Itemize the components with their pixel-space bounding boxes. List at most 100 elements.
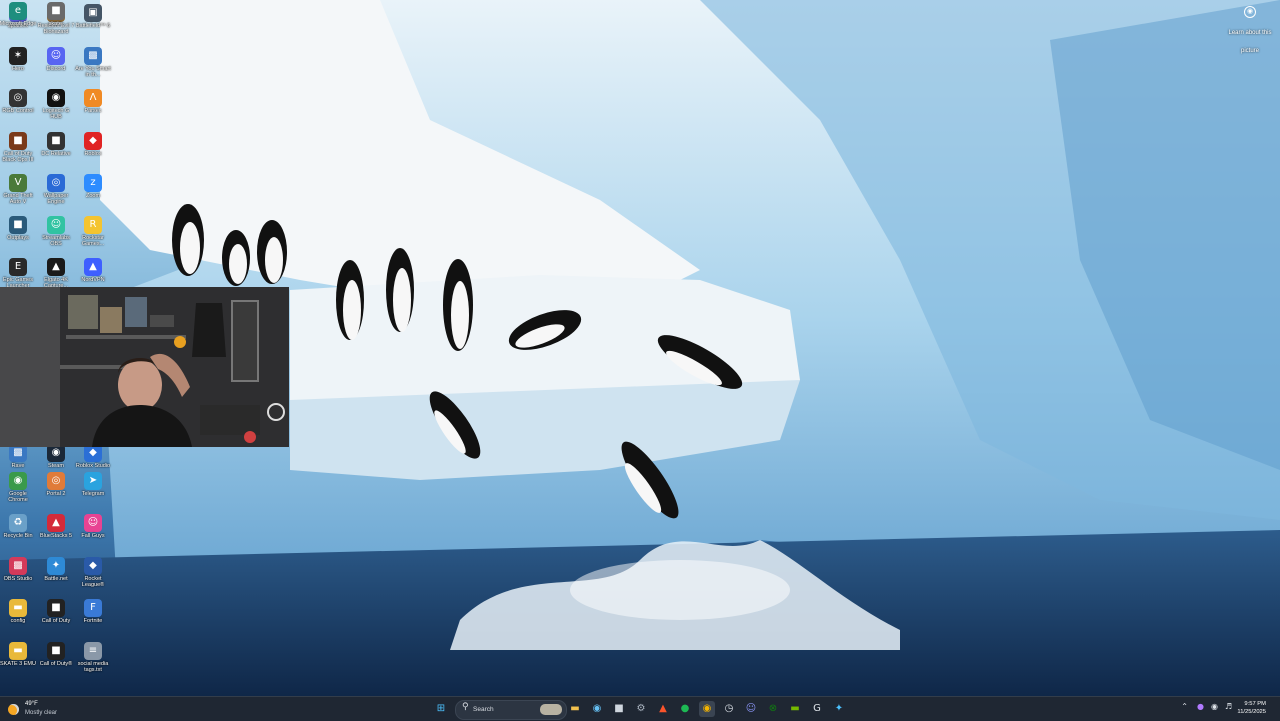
desktop-shortcut[interactable]: ◎ Wallpaper Engine — [37, 172, 75, 206]
desktop-shortcut[interactable]: ♻ Recycle Bin — [0, 512, 37, 539]
desktop-shortcut[interactable]: ▲ BlueStacks 5 — [37, 512, 75, 539]
spotify-icon[interactable]: ● — [677, 701, 693, 717]
desktop-shortcut[interactable]: ■ Call of Duty Black Ops III — [0, 130, 37, 164]
desktop-shortcut-label: Logitech G HUB — [42, 108, 70, 121]
desktop-shortcut[interactable]: ■ skate. — [37, 0, 75, 27]
chrome-taskbar-icon[interactable]: ◉ — [699, 701, 715, 717]
desktop-shortcut-label: Steam — [48, 463, 64, 469]
desktop-shortcut-label: Roblox — [84, 151, 102, 157]
desktop-shortcut[interactable]: ▬ SKATE 3 EMU — [0, 640, 37, 667]
desktop-shortcut-label: Outplays — [7, 235, 29, 241]
desktop-shortcut[interactable]: ◎ RGB Control — [0, 87, 37, 114]
desktop-shortcut-label: Rocket League® — [81, 576, 105, 589]
desktop-shortcut-label: Battle.net — [44, 576, 68, 582]
camera-icon: ◉ — [1244, 6, 1256, 18]
fortnite-icon: F — [84, 599, 102, 617]
nordvpn-icon: ▲ — [84, 258, 102, 276]
desktop-shortcut[interactable]: ■ Call of Duty — [37, 597, 75, 624]
learn-about-picture-label: Learn about this picture — [1228, 30, 1272, 54]
desktop-shortcut[interactable]: ✶ Hero — [0, 45, 37, 72]
desktop-shortcut-label: Wallpaper Engine — [43, 193, 69, 206]
start-button[interactable]: ⊞ — [433, 701, 449, 717]
desktop-shortcut-label: RGB Control — [2, 108, 34, 114]
wifi-icon[interactable]: ◉ — [1211, 702, 1218, 711]
show-hidden-icons-chevron-icon[interactable]: ⌃ — [1181, 702, 1188, 711]
nvidia-icon[interactable]: ▬ — [787, 701, 803, 717]
desktop-shortcut-label: Telegram — [81, 491, 105, 497]
game-icon-4: ▩ — [84, 47, 102, 65]
desktop-shortcut-label: Google Chrome — [8, 491, 28, 504]
search-placeholder: Search — [473, 706, 494, 713]
desktop-shortcut[interactable]: ■ Call of Duty® — [37, 640, 75, 667]
file-explorer-icon[interactable]: ▬ — [567, 701, 583, 717]
skate-icon: ■ — [47, 2, 65, 20]
game-icon-3: ✶ — [9, 47, 27, 65]
desktop-shortcut[interactable]: ▣ Battlefield™ 6 — [74, 2, 112, 29]
wallpaper-engine-icon: ◎ — [47, 174, 65, 192]
desktop-shortcut[interactable]: ◉ Google Chrome — [0, 470, 37, 504]
microphone-icon[interactable]: ● — [1197, 702, 1204, 711]
desktop-shortcut[interactable]: R Rockstar Games... — [74, 214, 112, 248]
desktop-shortcut-label: Roblox Studio — [75, 463, 111, 469]
desktop-shortcut[interactable]: e Microsoft Edge — [0, 0, 37, 27]
desktop-shortcut[interactable]: ➤ Telegram — [74, 470, 112, 497]
portal-icon: ◎ — [47, 472, 65, 490]
desktop-shortcut[interactable]: ◆ Roblox — [74, 130, 112, 157]
logitech-icon: ◉ — [47, 89, 65, 107]
rockstar-icon: R — [84, 216, 102, 234]
desktop-shortcut[interactable]: F Fortnite — [74, 597, 112, 624]
xbox-icon[interactable]: ⊗ — [765, 701, 781, 717]
cod-icon-2: ■ — [47, 599, 65, 617]
desktop-shortcut[interactable]: ▲Elgato 4K Capture... — [37, 256, 75, 290]
desktop-shortcut[interactable]: ▲ NordVPN — [74, 256, 112, 283]
ghub-icon[interactable]: G — [809, 701, 825, 717]
desktop-shortcut[interactable]: ▩ Are You Smart in th... — [74, 45, 112, 79]
desktop-shortcut-label: SKATE 3 EMU — [0, 661, 36, 667]
desktop-shortcut-label: Call of Duty® — [39, 661, 73, 667]
volume-icon[interactable]: ♬ — [1225, 702, 1232, 711]
desktop-shortcut[interactable]: V Grand Theft Auto V — [0, 172, 37, 206]
parsec-icon: Λ — [84, 89, 102, 107]
bluestacks-icon: ▲ — [47, 514, 65, 532]
desktop-shortcut-label: BlueStacks 5 — [39, 533, 73, 539]
game-icon-6: ■ — [9, 216, 27, 234]
brave-icon[interactable]: ▲ — [655, 701, 671, 717]
desktop-shortcut-label: Call of Duty Black Ops III — [2, 151, 34, 164]
clock[interactable]: 9:57 PM 11/25/2025 — [1237, 700, 1266, 716]
terminal-icon[interactable]: ■ — [611, 701, 627, 717]
clock-app-icon[interactable]: ◷ — [721, 701, 737, 717]
settings-icon[interactable]: ⚙ — [633, 701, 649, 717]
weather-moon-icon — [8, 704, 19, 715]
learn-about-picture-button[interactable]: ◉ Learn about this picture — [1226, 4, 1274, 57]
streamlabs-icon: ☺ — [47, 216, 65, 234]
copilot-icon[interactable]: ✦ — [831, 701, 847, 717]
discord-taskbar-icon[interactable]: ☺ — [743, 701, 759, 717]
desktop-shortcut[interactable]: ☺ Discord — [37, 45, 75, 72]
desktop-shortcut[interactable]: ✦ Battle.net — [37, 555, 75, 582]
desktop-shortcut[interactable]: ▬ config — [0, 597, 37, 624]
desktop-shortcut[interactable]: ◆ Rocket League® — [74, 555, 112, 589]
desktop-shortcut[interactable]: ☺ Fall Guys — [74, 512, 112, 539]
text-file-icon: ≡ — [84, 642, 102, 660]
weather-temperature: 49°F — [25, 701, 38, 707]
desktop-shortcut-label: Grand Theft Auto V — [3, 193, 33, 206]
fall-guys-icon: ☺ — [84, 514, 102, 532]
recycle-bin-icon: ♻ — [9, 514, 27, 532]
steam-taskbar-icon[interactable]: ◉ — [589, 701, 605, 717]
desktop-shortcut-label: OBS Studio — [3, 576, 33, 582]
desktop-shortcut[interactable]: ☺ Streamlabs OBS — [37, 214, 75, 248]
desktop-shortcut-label: Rave — [11, 463, 25, 469]
desktop-shortcut[interactable]: ■ DC Relative — [37, 130, 75, 157]
desktop-shortcut[interactable]: ◎ Portal 2 — [37, 470, 75, 497]
desktop-shortcut[interactable]: ◉ Logitech G HUB — [37, 87, 75, 121]
desktop-shortcut[interactable]: ≡ social media tags.txt — [74, 640, 112, 674]
folder-icon-2: ▬ — [9, 642, 27, 660]
desktop-shortcut[interactable]: z Zoom — [74, 172, 112, 199]
search-box[interactable]: ⚲ Search — [455, 700, 567, 720]
desktop-shortcut[interactable]: EEpic Games Launcher — [0, 256, 37, 290]
desktop-shortcut[interactable]: ■ Outplays — [0, 214, 37, 241]
desktop-shortcut[interactable]: Λ Parsec — [74, 87, 112, 114]
roblox-icon: ◆ — [84, 132, 102, 150]
desktop-shortcut[interactable]: ▩ OBS Studio — [0, 555, 37, 582]
desktop-shortcut-label: Fortnite — [83, 618, 103, 624]
